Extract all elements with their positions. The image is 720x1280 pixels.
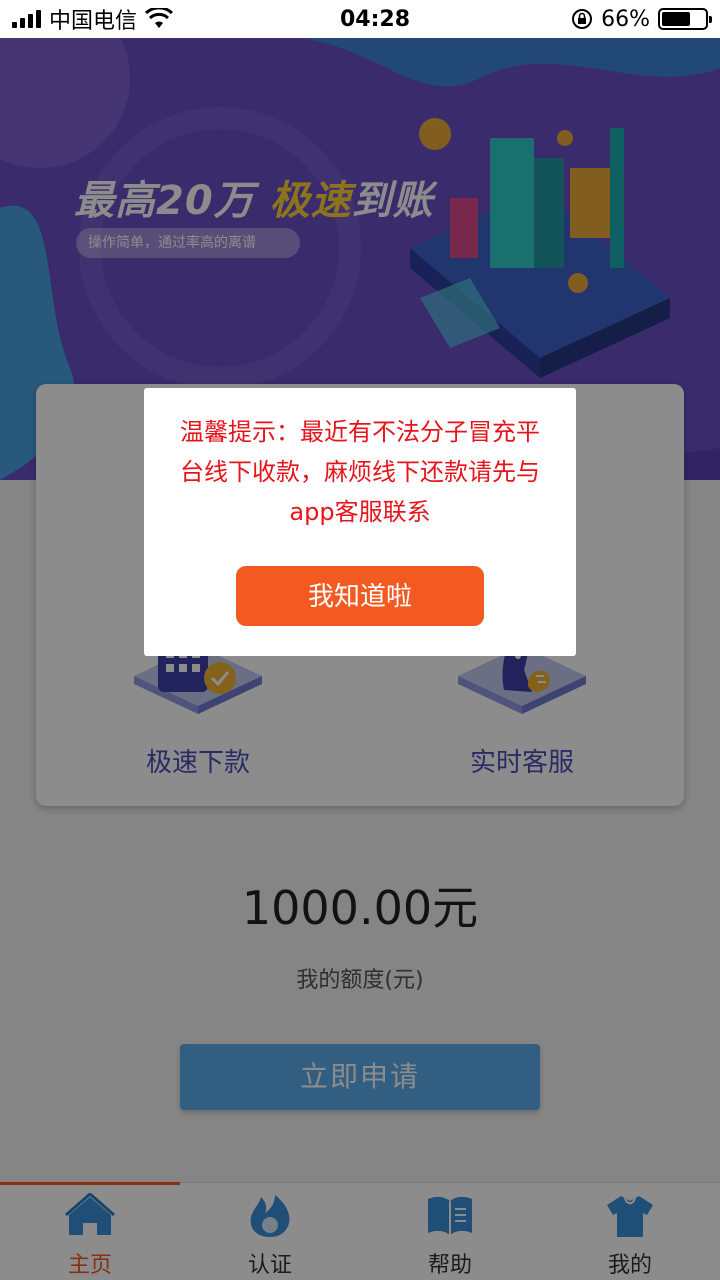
battery-icon [658, 8, 712, 30]
notice-dialog: 温馨提示：最近有不法分子冒充平台线下收款，麻烦线下还款请先与app客服联系 我知… [144, 388, 576, 656]
battery-percent: 66% [601, 6, 650, 32]
rotation-lock-icon [572, 9, 593, 29]
acknowledge-button[interactable]: 我知道啦 [236, 566, 484, 626]
clock: 04:28 [339, 6, 411, 32]
modal-overlay[interactable]: 温馨提示：最近有不法分子冒充平台线下收款，麻烦线下还款请先与app客服联系 我知… [0, 38, 720, 1280]
notice-message: 温馨提示：最近有不法分子冒充平台线下收款，麻烦线下还款请先与app客服联系 [180, 418, 540, 526]
signal-icon [12, 10, 41, 28]
carrier-label: 中国电信 [49, 9, 138, 34]
status-bar: 中国电信 04:28 66% [0, 0, 720, 38]
status-right: 66% [518, 6, 712, 32]
wifi-icon [145, 8, 174, 28]
